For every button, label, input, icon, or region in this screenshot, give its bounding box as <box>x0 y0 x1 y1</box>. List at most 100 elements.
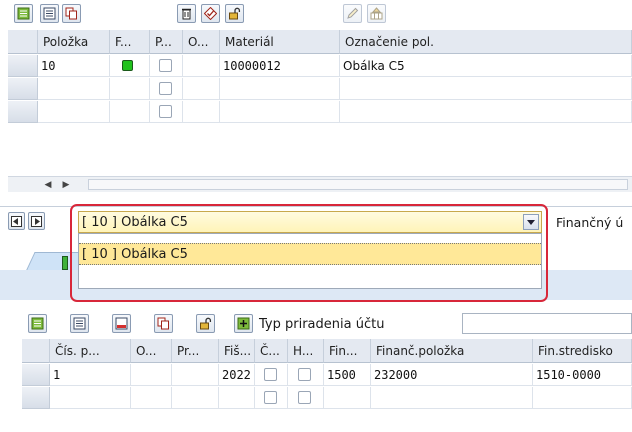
checkbox[interactable] <box>159 59 172 72</box>
copy-icon <box>65 7 77 20</box>
column-header-number[interactable]: Čís. p... <box>50 339 131 363</box>
distribute-button[interactable] <box>367 4 386 23</box>
account-assignment-type-field[interactable] <box>462 313 632 334</box>
delete-button[interactable] <box>177 4 196 23</box>
c-checkbox-cell <box>255 364 288 386</box>
o-cell[interactable] <box>131 387 172 409</box>
row-selector[interactable] <box>8 101 38 123</box>
fin-center-cell[interactable]: 1510-0000 <box>533 364 632 386</box>
column-header-fin[interactable]: Fin... <box>324 339 371 363</box>
column-header-fin-item[interactable]: Finanč.položka <box>371 339 533 363</box>
number-cell[interactable]: 1 <box>50 364 131 386</box>
fin-item-cell[interactable]: 232000 <box>371 364 533 386</box>
unlock-button[interactable] <box>225 4 244 23</box>
o-cell[interactable] <box>131 364 172 386</box>
item-number-cell[interactable] <box>38 78 110 100</box>
highlight-frame <box>70 204 548 302</box>
checkbox[interactable] <box>159 105 172 118</box>
tab-indicator-icon <box>62 256 68 270</box>
material-cell[interactable] <box>220 101 340 123</box>
column-header-description[interactable]: Označenie pol. <box>340 30 632 54</box>
item-number-cell[interactable]: 10 <box>38 55 110 77</box>
description-cell[interactable] <box>340 101 632 123</box>
checkbox[interactable] <box>264 368 277 381</box>
column-header-h[interactable]: H... <box>288 339 324 363</box>
column-header-p[interactable]: P... <box>150 30 183 54</box>
details-button[interactable] <box>28 314 47 333</box>
edit-icon <box>347 7 359 19</box>
p-checkbox-cell <box>150 55 183 77</box>
o-cell <box>183 78 220 100</box>
row-selector[interactable] <box>8 55 38 77</box>
status-indicator-green <box>122 60 133 71</box>
scroll-right-icon[interactable]: ▶ <box>60 179 72 191</box>
material-cell[interactable] <box>220 78 340 100</box>
column-header-o[interactable]: O... <box>131 339 172 363</box>
unlock-icon <box>200 317 212 330</box>
delete-icon <box>182 8 191 20</box>
item-number-cell[interactable] <box>38 101 110 123</box>
details-icon <box>17 7 30 20</box>
items-table: Položka F... P... O... Materiál Označeni… <box>8 30 632 208</box>
details-icon <box>31 317 44 330</box>
fin-cell[interactable]: 1500 <box>324 364 371 386</box>
column-header-fin-center[interactable]: Fin.stredisko <box>533 339 632 363</box>
copy-button[interactable] <box>154 314 173 333</box>
fin-center-cell[interactable] <box>533 387 632 409</box>
h-checkbox-cell <box>288 364 324 386</box>
copy-button[interactable] <box>62 4 81 23</box>
pr-cell[interactable] <box>172 387 219 409</box>
row-selector[interactable] <box>22 387 50 409</box>
number-cell[interactable] <box>50 387 131 409</box>
tab-financial-accounting[interactable]: Finančný ú <box>556 214 632 232</box>
column-header-material[interactable]: Materiál <box>220 30 340 54</box>
column-header-c[interactable]: Č... <box>255 339 288 363</box>
material-cell[interactable]: 10000012 <box>220 55 340 77</box>
p-checkbox-cell <box>150 101 183 123</box>
scroll-track[interactable] <box>88 179 628 190</box>
status-cell <box>110 101 150 123</box>
select-all-header[interactable] <box>8 30 38 54</box>
status-cell <box>110 78 150 100</box>
account-assignment-table: Čís. p... O... Pr... Fiš... Č... H... Fi… <box>22 339 632 432</box>
o-cell <box>183 55 220 77</box>
checkbox[interactable] <box>264 391 277 404</box>
unlock-icon <box>229 7 241 20</box>
horizontal-scrollbar[interactable]: ◀ ▶ <box>8 176 632 192</box>
add-row-button[interactable] <box>234 314 253 333</box>
row-selector[interactable] <box>22 364 50 386</box>
row-selector[interactable] <box>8 78 38 100</box>
checkbox[interactable] <box>159 82 172 95</box>
p-checkbox-cell <box>150 78 183 100</box>
edit-button[interactable] <box>343 4 362 23</box>
status-cell <box>110 55 150 77</box>
detail-item-button[interactable] <box>70 314 89 333</box>
column-header-o[interactable]: O... <box>183 30 220 54</box>
distribute-icon <box>370 7 383 20</box>
h-checkbox-cell <box>288 387 324 409</box>
scroll-left-icon[interactable]: ◀ <box>42 179 54 191</box>
check-button[interactable] <box>201 4 220 23</box>
description-cell[interactable]: Obálka C5 <box>340 55 632 77</box>
column-header-fiscal-year[interactable]: Fiš... <box>219 339 255 363</box>
fiscal-year-cell[interactable]: 2022 <box>219 364 255 386</box>
fin-item-cell[interactable] <box>371 387 533 409</box>
fin-cell[interactable] <box>324 387 371 409</box>
pr-cell[interactable] <box>172 364 219 386</box>
next-item-button[interactable] <box>28 212 45 230</box>
select-all-header[interactable] <box>22 339 50 363</box>
previous-item-button[interactable] <box>8 212 25 230</box>
column-header-item[interactable]: Položka <box>38 30 110 54</box>
column-header-status[interactable]: F... <box>110 30 150 54</box>
description-cell[interactable] <box>340 78 632 100</box>
checkbox[interactable] <box>298 368 311 381</box>
details-button[interactable] <box>14 4 33 23</box>
detail-item-button[interactable] <box>40 4 59 23</box>
column-header-pr[interactable]: Pr... <box>172 339 219 363</box>
unlock-button[interactable] <box>196 314 215 333</box>
detail-item-icon <box>43 7 56 20</box>
delete-row-button[interactable] <box>112 314 131 333</box>
o-cell <box>183 101 220 123</box>
fiscal-year-cell[interactable] <box>219 387 255 409</box>
checkbox[interactable] <box>298 391 311 404</box>
